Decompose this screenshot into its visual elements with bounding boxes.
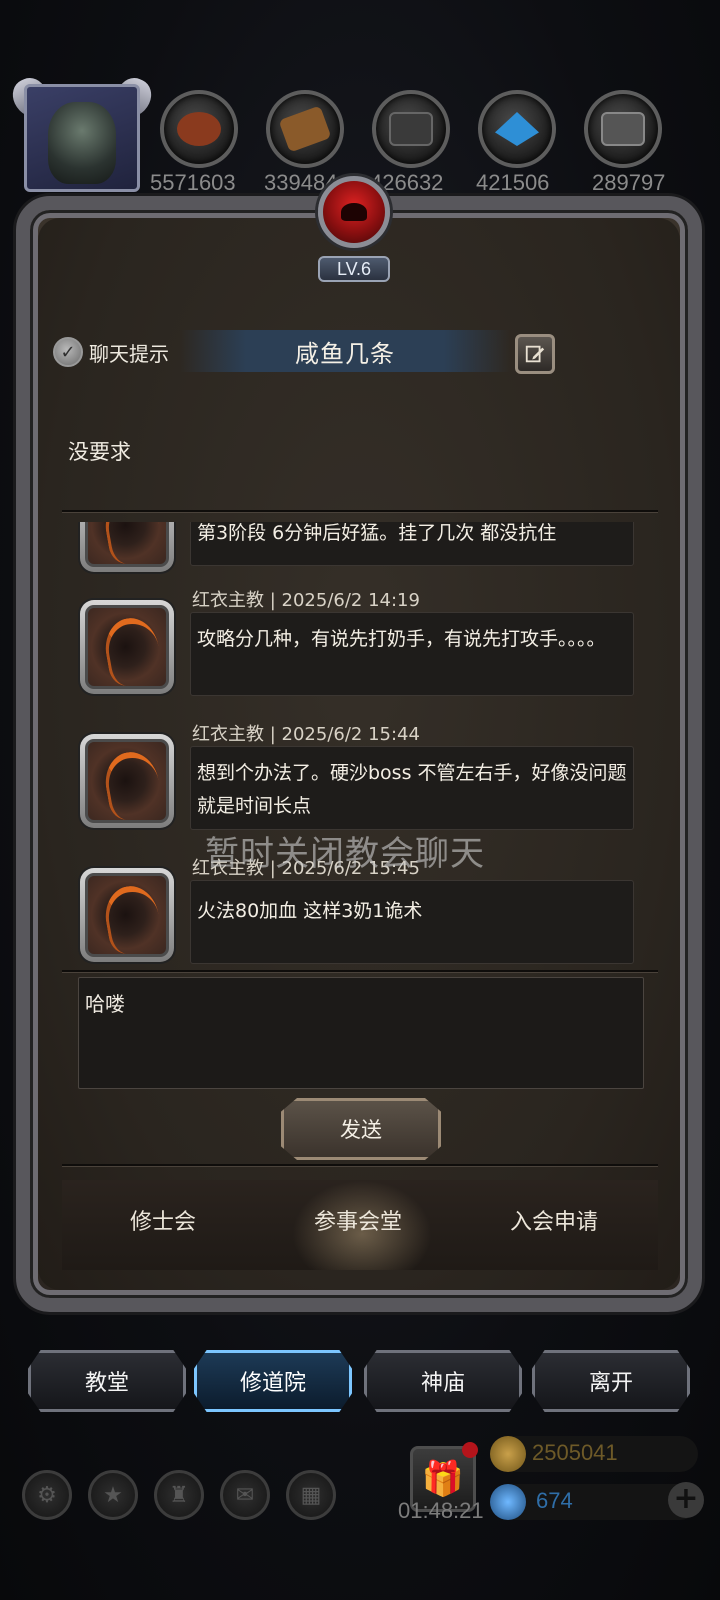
- message-bubble: 想到个办法了。硬沙boss 不管左右手，好像没问题就是时间长点: [190, 746, 634, 830]
- star-icon[interactable]: ★: [88, 1470, 138, 1520]
- nav-monastery-button[interactable]: 修道院: [194, 1350, 352, 1412]
- divider-tabs: [62, 1164, 658, 1166]
- avatar-portrait: [48, 102, 116, 184]
- stone-icon[interactable]: [372, 90, 450, 168]
- chat-closed-notice: 暂时关闭教会聊天: [205, 834, 485, 874]
- cloaked-avatar-icon[interactable]: [80, 868, 174, 962]
- gift-timer: 01:48:21: [398, 1498, 484, 1523]
- message-bubble: 第3阶段 6分钟后好猛。挂了几次 都没抗住: [190, 522, 634, 566]
- nav-temple-button[interactable]: 神庙: [364, 1350, 522, 1412]
- settings-icon[interactable]: ⚙: [22, 1470, 72, 1520]
- wood-icon[interactable]: [266, 90, 344, 168]
- chat-message-list[interactable]: 第3阶段 6分钟后好猛。挂了几次 都没抗住 红衣主教 | 2025/6/2 14…: [62, 522, 658, 972]
- checkmark-icon[interactable]: ✓: [53, 337, 83, 367]
- iron-value: 289797: [592, 170, 666, 195]
- church-title-bar: 咸鱼几条: [180, 330, 510, 372]
- nav-leave-button[interactable]: 离开: [532, 1350, 690, 1412]
- gold-icon: [490, 1436, 526, 1472]
- gem-icon: [490, 1484, 526, 1520]
- message-meta: 红衣主教 | 2025/6/2 15:44: [192, 724, 420, 745]
- church-name: 咸鱼几条: [295, 339, 395, 368]
- castle-icon[interactable]: ♜: [154, 1470, 204, 1520]
- pencil-icon: [525, 345, 545, 363]
- cloaked-avatar-icon[interactable]: [80, 522, 174, 572]
- iron-icon[interactable]: [584, 90, 662, 168]
- send-button[interactable]: 发送: [281, 1098, 441, 1160]
- level-badge: LV.6: [318, 256, 390, 282]
- cloaked-avatar-icon[interactable]: [80, 600, 174, 694]
- mail-icon[interactable]: ✉: [220, 1470, 270, 1520]
- notification-dot: [462, 1442, 478, 1458]
- gold-value: 2505041: [532, 1440, 618, 1465]
- chat-notification-toggle[interactable]: ✓ 聊天提示: [53, 337, 169, 367]
- player-avatar[interactable]: [7, 72, 157, 198]
- church-notice: 没要求: [68, 440, 131, 464]
- message-input[interactable]: 哈喽: [78, 977, 644, 1089]
- meat-icon[interactable]: [160, 90, 238, 168]
- crystal-icon[interactable]: [478, 90, 556, 168]
- divider-input: [62, 970, 658, 972]
- tab-join-requests[interactable]: 入会申请: [510, 1204, 598, 1236]
- crystal-value: 421506: [476, 170, 550, 195]
- tab-council-hall[interactable]: 参事会堂: [314, 1204, 402, 1236]
- chat-toggle-label: 聊天提示: [89, 341, 169, 366]
- edit-button[interactable]: [515, 334, 555, 374]
- tab-monks-guild[interactable]: 修士会: [130, 1204, 196, 1236]
- message-bubble: 火法80加血 这样3奶1诡术: [190, 880, 634, 964]
- gem-value: 674: [536, 1488, 573, 1513]
- nav-church-button[interactable]: 教堂: [28, 1350, 186, 1412]
- add-currency-button[interactable]: +: [668, 1482, 704, 1518]
- chest-icon[interactable]: ▦: [286, 1470, 336, 1520]
- cloaked-avatar-icon[interactable]: [80, 734, 174, 828]
- church-emblem-icon: [318, 176, 390, 248]
- divider-top: [62, 510, 658, 512]
- meat-value: 5571603: [150, 170, 236, 195]
- message-meta: 红衣主教 | 2025/6/2 14:19: [192, 590, 420, 611]
- message-bubble: 攻略分几种，有说先打奶手，有说先打攻手。。。。: [190, 612, 634, 696]
